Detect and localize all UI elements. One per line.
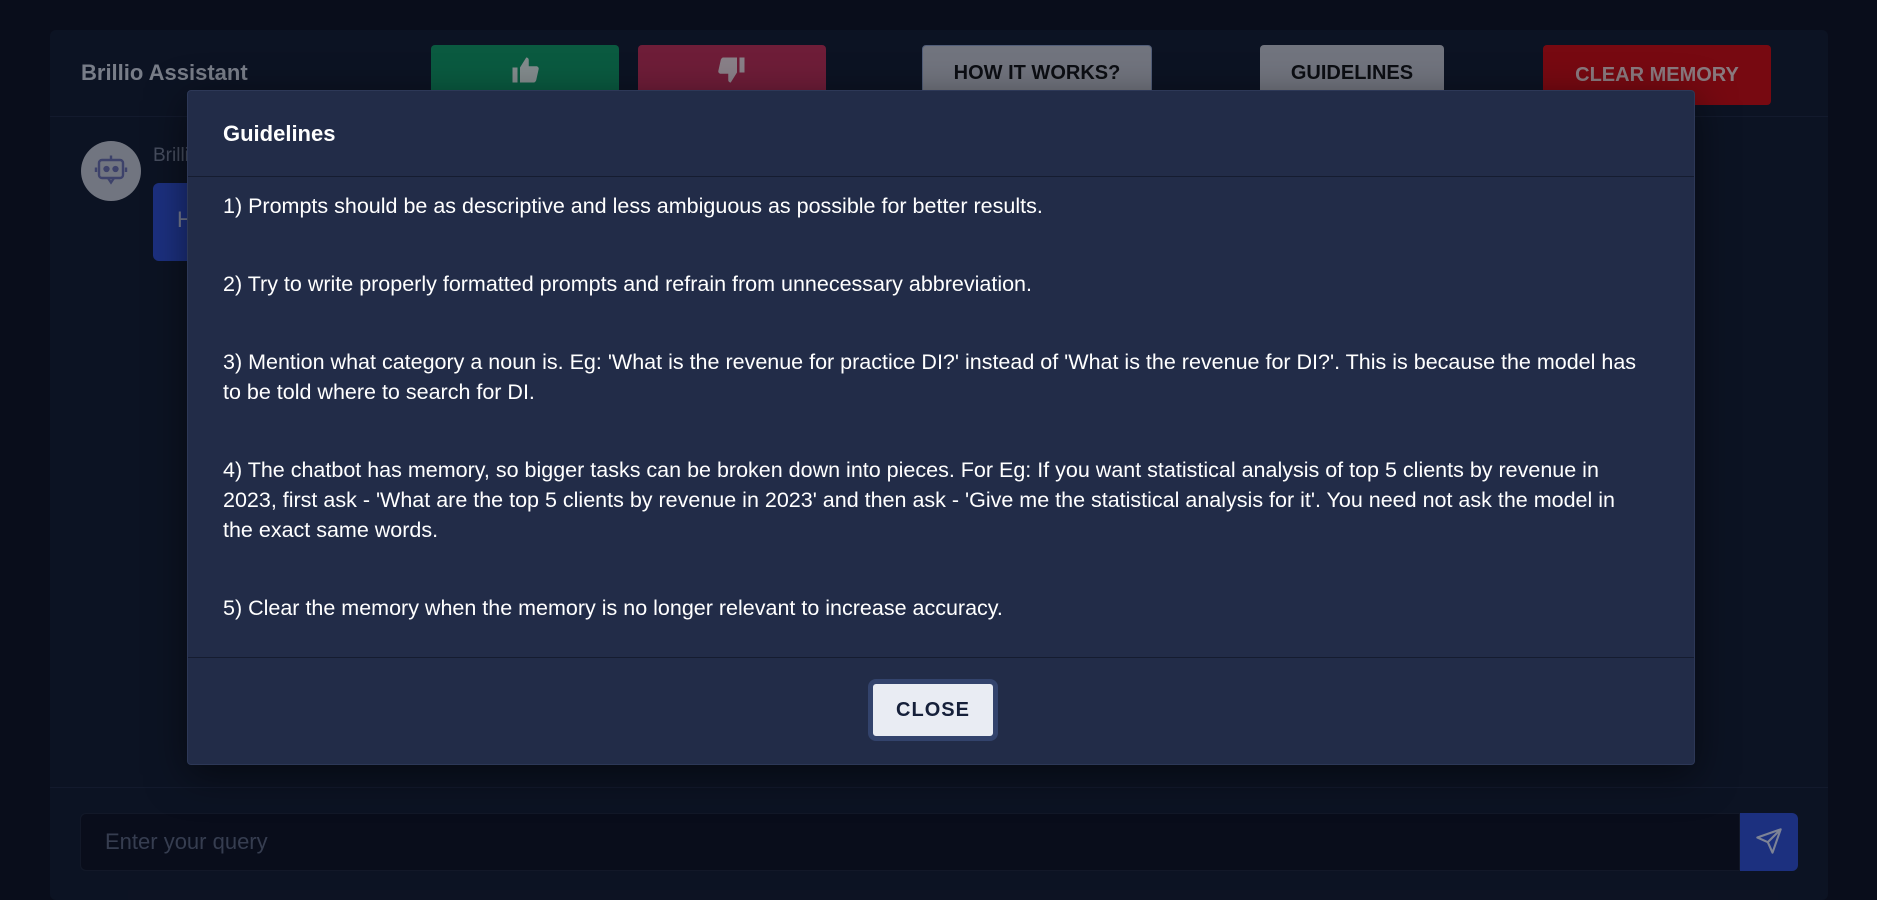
guideline-item: 1) Prompts should be as descriptive and … bbox=[223, 194, 1043, 218]
modal-body: 1) Prompts should be as descriptive and … bbox=[223, 191, 1643, 671]
guideline-item: 4) The chatbot has memory, so bigger tas… bbox=[223, 458, 1615, 542]
close-button[interactable]: CLOSE bbox=[868, 679, 998, 741]
guidelines-modal: Guidelines 1) Prompts should be as descr… bbox=[187, 90, 1695, 765]
guideline-item: 3) Mention what category a noun is. Eg: … bbox=[223, 350, 1637, 404]
modal-title: Guidelines bbox=[223, 121, 336, 146]
modal-footer: CLOSE bbox=[188, 657, 1694, 765]
guideline-item: 5) Clear the memory when the memory is n… bbox=[223, 596, 1003, 620]
guideline-item: 2) Try to write properly formatted promp… bbox=[223, 272, 1032, 296]
modal-header: Guidelines bbox=[188, 91, 1694, 177]
